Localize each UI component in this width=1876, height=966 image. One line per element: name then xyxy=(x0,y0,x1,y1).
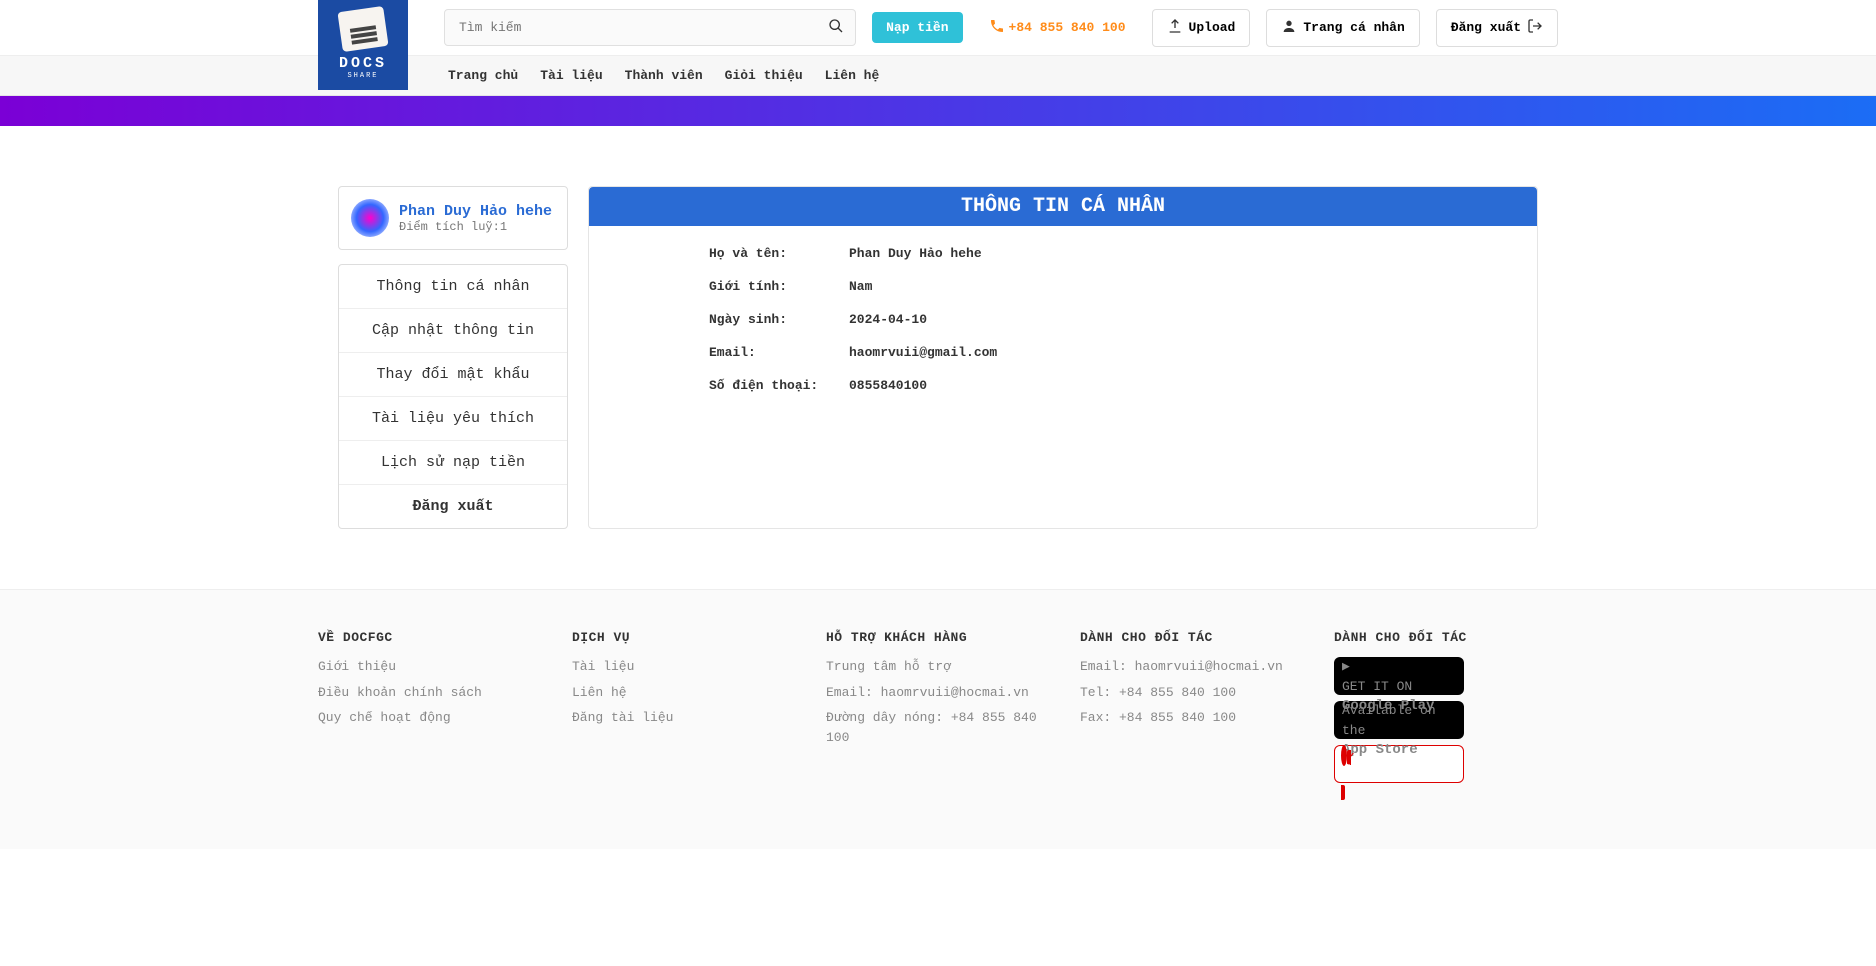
footer-col2-title: DỊCH VỤ xyxy=(572,630,796,645)
value-phone: 0855840100 xyxy=(849,378,927,393)
footer-col-partner: DÀNH CHO ĐỐI TÁC Email: haomrvuii@hocmai… xyxy=(1080,630,1304,789)
user-card: Phan Duy Hảo hehe Điểm tích luỹ:1 xyxy=(338,186,568,250)
nav-home[interactable]: Trang chủ xyxy=(448,68,518,83)
label-phone: Số điện thoại: xyxy=(709,378,849,393)
menu-logout[interactable]: Đăng xuất xyxy=(339,485,567,528)
phone-number: +84 855 840 100 xyxy=(1009,20,1126,35)
footer-partner-tel: Tel: +84 855 840 100 xyxy=(1080,683,1304,703)
gp-small: GET IT ON xyxy=(1342,677,1456,697)
footer-link-about[interactable]: Giới thiệu xyxy=(318,657,542,677)
user-avatar[interactable] xyxy=(351,199,389,237)
footer-col-about: VỀ DOCFGC Giới thiệu Điều khoản chính sá… xyxy=(318,630,542,789)
phone-icon xyxy=(989,18,1005,38)
naptien-button[interactable]: Nạp tiền xyxy=(872,12,962,43)
value-fullname: Phan Duy Hảo hehe xyxy=(849,246,982,261)
footer-link-contact[interactable]: Liên hệ xyxy=(572,683,796,703)
footer-col4-title: DÀNH CHO ĐỐI TÁC xyxy=(1080,630,1304,645)
footer-col3-title: HỖ TRỢ KHÁCH HÀNG xyxy=(826,630,1050,645)
app-store-badge[interactable]: Available on the App Store xyxy=(1334,701,1464,739)
gradient-banner xyxy=(0,96,1876,126)
profile-label: Trang cá nhân xyxy=(1303,20,1404,35)
logo[interactable]: DOCS SHARE xyxy=(318,0,408,90)
user-name[interactable]: Phan Duy Hảo hehe xyxy=(399,203,552,220)
footer-col-support: HỖ TRỢ KHÁCH HÀNG Trung tâm hỗ trợ Email… xyxy=(826,630,1050,789)
nav-about[interactable]: Giỏi thiệu xyxy=(725,68,803,83)
profile-panel: THÔNG TIN CÁ NHÂN Họ và tên: Phan Duy Hả… xyxy=(588,186,1538,529)
menu-update[interactable]: Cập nhật thông tin xyxy=(339,309,567,353)
footer-support-email: Email: haomrvuii@hocmai.vn xyxy=(826,683,1050,703)
phone-link[interactable]: +84 855 840 100 xyxy=(979,10,1136,46)
user-points: Điểm tích luỹ:1 xyxy=(399,220,552,234)
logout-icon xyxy=(1527,18,1543,38)
logo-subtext: SHARE xyxy=(347,72,378,80)
play-icon: ▶ xyxy=(1342,659,1350,674)
as-small: Available on the xyxy=(1342,701,1456,740)
footer-partner-email: Email: haomrvuii@hocmai.vn xyxy=(1080,657,1304,677)
footer-col5-title: DÀNH CHO ĐỐI TÁC xyxy=(1334,630,1558,645)
menu-info[interactable]: Thông tin cá nhân xyxy=(339,265,567,309)
search-icon[interactable] xyxy=(828,18,844,38)
nav-members[interactable]: Thành viên xyxy=(625,68,703,83)
side-menu: Thông tin cá nhân Cập nhật thông tin Tha… xyxy=(338,264,568,529)
logout-label: Đăng xuất xyxy=(1451,20,1521,35)
menu-favorites[interactable]: Tài liệu yêu thích xyxy=(339,397,567,441)
upload-label: Upload xyxy=(1189,20,1236,35)
footer-link-docs[interactable]: Tài liệu xyxy=(572,657,796,677)
value-gender: Nam xyxy=(849,279,872,294)
logout-button[interactable]: Đăng xuất xyxy=(1436,9,1558,47)
upload-icon xyxy=(1167,18,1183,38)
profile-button[interactable]: Trang cá nhân xyxy=(1266,9,1419,47)
footer-col-services: DỊCH VỤ Tài liệu Liên hệ Đăng tài liệu xyxy=(572,630,796,789)
user-icon xyxy=(1281,18,1297,38)
reg-line2: BỘ CÔNG THƯƠNG xyxy=(1341,774,1457,781)
panel-title: THÔNG TIN CÁ NHÂN xyxy=(589,187,1537,226)
logo-text: DOCS xyxy=(339,55,387,72)
search-input[interactable] xyxy=(444,9,856,46)
value-dob: 2024-04-10 xyxy=(849,312,927,327)
menu-history[interactable]: Lịch sử nạp tiền xyxy=(339,441,567,485)
footer-link-rules[interactable]: Quy chế hoạt động xyxy=(318,708,542,728)
nav-contact[interactable]: Liên hệ xyxy=(825,68,880,83)
footer-link-terms[interactable]: Điều khoản chính sách xyxy=(318,683,542,703)
label-dob: Ngày sinh: xyxy=(709,312,849,327)
menu-password[interactable]: Thay đổi mật khẩu xyxy=(339,353,567,397)
value-email: haomrvuii@gmail.com xyxy=(849,345,997,360)
footer-col-apps: DÀNH CHO ĐỐI TÁC ▶ GET IT ON Google Play… xyxy=(1334,630,1558,789)
footer-link-helpcenter[interactable]: Trung tâm hỗ trợ xyxy=(826,657,1050,677)
upload-button[interactable]: Upload xyxy=(1152,9,1251,47)
footer-partner-fax: Fax: +84 855 840 100 xyxy=(1080,708,1304,728)
logo-scroll-icon xyxy=(337,6,388,52)
nav-docs[interactable]: Tài liệu xyxy=(540,68,602,83)
google-play-badge[interactable]: ▶ GET IT ON Google Play xyxy=(1334,657,1464,695)
label-gender: Giới tính: xyxy=(709,279,849,294)
label-email: Email: xyxy=(709,345,849,360)
footer-col1-title: VỀ DOCFGC xyxy=(318,630,542,645)
label-fullname: Họ và tên: xyxy=(709,246,849,261)
check-icon xyxy=(1341,745,1347,766)
footer-support-hotline: Đường dây nóng: +84 855 840 100 xyxy=(826,708,1050,747)
footer-link-post[interactable]: Đăng tài liệu xyxy=(572,708,796,728)
